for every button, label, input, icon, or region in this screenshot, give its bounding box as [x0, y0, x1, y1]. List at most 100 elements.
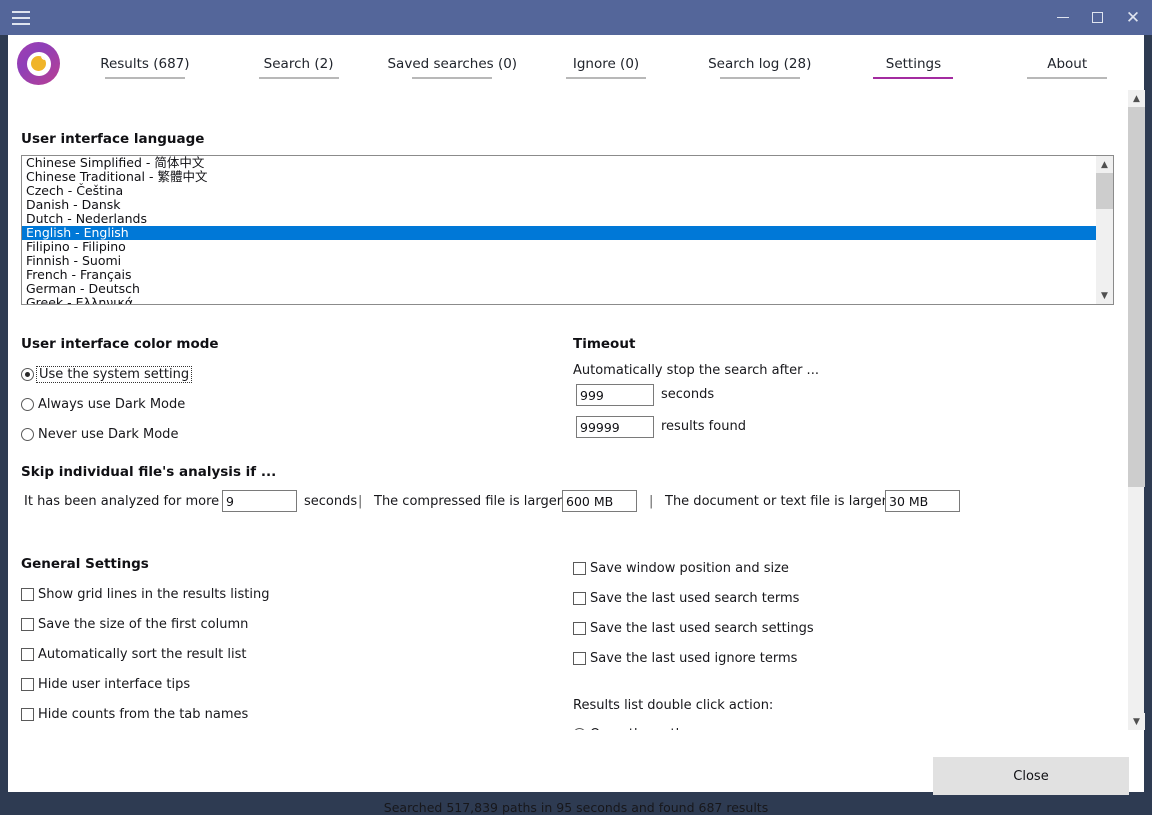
list-item[interactable]: Dutch - Nederlands — [22, 212, 1097, 226]
skip-compressed-size-input[interactable] — [562, 490, 637, 512]
app-header: Results (687) Search (2) Saved searches … — [8, 35, 1144, 90]
checkbox-save-last-search-terms-label: Save the last used search terms — [590, 591, 799, 606]
tab-results-label: Results (687) — [100, 56, 189, 72]
tab-saved-searches[interactable]: Saved searches (0) — [375, 46, 529, 80]
list-item[interactable]: Danish - Dansk — [22, 198, 1097, 212]
checkbox-icon — [21, 648, 34, 661]
list-item[interactable]: Chinese Simplified - 简体中文 — [22, 156, 1097, 170]
page-scrollbar[interactable]: ▲ ▼ — [1127, 90, 1144, 730]
checkbox-save-first-column-size-label: Save the size of the first column — [38, 617, 248, 632]
tab-underline — [566, 77, 646, 79]
checkbox-show-grid-lines-label: Show grid lines in the results listing — [38, 587, 270, 602]
tab-underline — [412, 77, 492, 79]
tab-results[interactable]: Results (687) — [68, 46, 222, 80]
list-item[interactable]: Finnish - Suomi — [22, 254, 1097, 268]
tab-underline — [1027, 77, 1107, 79]
timeout-results-input[interactable] — [576, 416, 654, 438]
scrollbar-thumb[interactable] — [1096, 173, 1113, 209]
window-controls: ✕ — [1046, 0, 1152, 35]
tab-underline — [720, 77, 800, 79]
app-window: ✕ Results (687) Search (2) Saved searche… — [0, 0, 1152, 800]
checkbox-save-last-search-terms[interactable]: Save the last used search terms — [573, 589, 799, 607]
checkbox-hide-ui-tips[interactable]: Hide user interface tips — [21, 675, 190, 693]
skip-document-prefix: The document or text file is larger than — [665, 494, 921, 509]
title-bar: ✕ — [0, 0, 1152, 35]
list-item[interactable]: French - Français — [22, 268, 1097, 282]
chevron-up-icon[interactable]: ▲ — [1128, 90, 1145, 107]
language-list-items: Chinese Simplified - 简体中文 Chinese Tradit… — [22, 156, 1097, 305]
tab-ignore[interactable]: Ignore (0) — [529, 46, 683, 80]
close-icon[interactable]: ✕ — [1114, 0, 1152, 35]
radio-icon — [21, 398, 34, 411]
bottom-bar: Close Searched 517,839 paths in 95 secon… — [8, 730, 1144, 792]
list-item[interactable]: Chinese Traditional - 繁體中文 — [22, 170, 1097, 184]
minimize-icon[interactable] — [1046, 0, 1080, 35]
settings-scroll-pane: User interface language Chinese Simplifi… — [8, 90, 1144, 730]
chevron-down-icon[interactable]: ▼ — [1096, 287, 1113, 304]
timeout-description: Automatically stop the search after ... — [573, 363, 819, 378]
status-text: Searched 517,839 paths in 95 seconds and… — [8, 800, 1144, 815]
checkbox-show-grid-lines[interactable]: Show grid lines in the results listing — [21, 585, 270, 603]
checkbox-save-last-ignore-terms[interactable]: Save the last used ignore terms — [573, 649, 797, 667]
language-listbox-scrollbar[interactable]: ▲ ▼ — [1096, 156, 1113, 304]
checkbox-icon — [21, 618, 34, 631]
checkbox-save-last-search-settings[interactable]: Save the last used search settings — [573, 619, 814, 637]
timeout-title: Timeout — [573, 336, 635, 352]
hamburger-icon[interactable] — [12, 11, 30, 25]
checkbox-auto-sort-result-list-label: Automatically sort the result list — [38, 647, 246, 662]
list-item-selected[interactable]: English - English — [22, 226, 1097, 240]
skip-document-size-input[interactable] — [885, 490, 960, 512]
tab-search[interactable]: Search (2) — [222, 46, 376, 80]
list-item[interactable]: Greek - Ελληνικά — [22, 296, 1097, 305]
checkbox-hide-ui-tips-label: Hide user interface tips — [38, 677, 190, 692]
checkbox-save-first-column-size[interactable]: Save the size of the first column — [21, 615, 248, 633]
close-button[interactable]: Close — [933, 757, 1129, 795]
skip-separator-2: | — [649, 494, 653, 509]
chevron-down-icon[interactable]: ▼ — [1128, 713, 1145, 730]
checkbox-icon — [573, 562, 586, 575]
timeout-seconds-input[interactable] — [576, 384, 654, 406]
radio-use-system-setting[interactable]: Use the system setting — [21, 365, 192, 383]
list-item[interactable]: Filipino - Filipino — [22, 240, 1097, 254]
skip-analyzed-seconds-input[interactable] — [222, 490, 297, 512]
skip-analyzed-prefix: It has been analyzed for more than — [24, 494, 253, 509]
radio-always-dark-mode[interactable]: Always use Dark Mode — [21, 395, 185, 413]
radio-always-dark-mode-label: Always use Dark Mode — [38, 397, 185, 412]
checkbox-auto-sort-result-list[interactable]: Automatically sort the result list — [21, 645, 246, 663]
skip-separator-1: | — [358, 494, 362, 509]
skip-analyzed-suffix: seconds — [304, 494, 357, 509]
tab-underline — [259, 77, 339, 79]
radio-never-dark-mode-label: Never use Dark Mode — [38, 427, 178, 442]
title-bar-left — [0, 11, 30, 25]
tab-underline-active — [873, 77, 953, 79]
scrollbar-thumb[interactable] — [1128, 107, 1145, 487]
tab-settings-label: Settings — [886, 56, 941, 72]
tab-settings[interactable]: Settings — [837, 46, 991, 80]
chevron-up-icon[interactable]: ▲ — [1096, 156, 1113, 173]
checkbox-save-last-search-settings-label: Save the last used search settings — [590, 621, 814, 636]
radio-icon — [21, 368, 34, 381]
tab-search-log-label: Search log (28) — [708, 56, 811, 72]
tab-about[interactable]: About — [990, 46, 1144, 80]
radio-use-system-setting-label: Use the system setting — [36, 366, 192, 383]
general-settings-title: General Settings — [21, 556, 149, 572]
checkbox-icon — [573, 622, 586, 635]
app-logo-icon — [17, 42, 60, 85]
color-mode-title: User interface color mode — [21, 336, 219, 352]
maximize-icon[interactable] — [1080, 0, 1114, 35]
radio-never-dark-mode[interactable]: Never use Dark Mode — [21, 425, 178, 443]
tab-underline — [105, 77, 185, 79]
list-item[interactable]: German - Deutsch — [22, 282, 1097, 296]
tab-search-log[interactable]: Search log (28) — [683, 46, 837, 80]
language-listbox[interactable]: Chinese Simplified - 简体中文 Chinese Tradit… — [21, 155, 1114, 305]
checkbox-icon — [21, 708, 34, 721]
checkbox-save-window-position-label: Save window position and size — [590, 561, 789, 576]
language-section-title: User interface language — [21, 131, 204, 147]
tab-ignore-label: Ignore (0) — [573, 56, 639, 72]
checkbox-icon — [21, 678, 34, 691]
double-click-action-label: Results list double click action: — [573, 698, 773, 713]
list-item[interactable]: Czech - Čeština — [22, 184, 1097, 198]
checkbox-hide-tab-counts[interactable]: Hide counts from the tab names — [21, 705, 248, 723]
timeout-results-label: results found — [661, 419, 746, 434]
checkbox-save-window-position[interactable]: Save window position and size — [573, 559, 789, 577]
